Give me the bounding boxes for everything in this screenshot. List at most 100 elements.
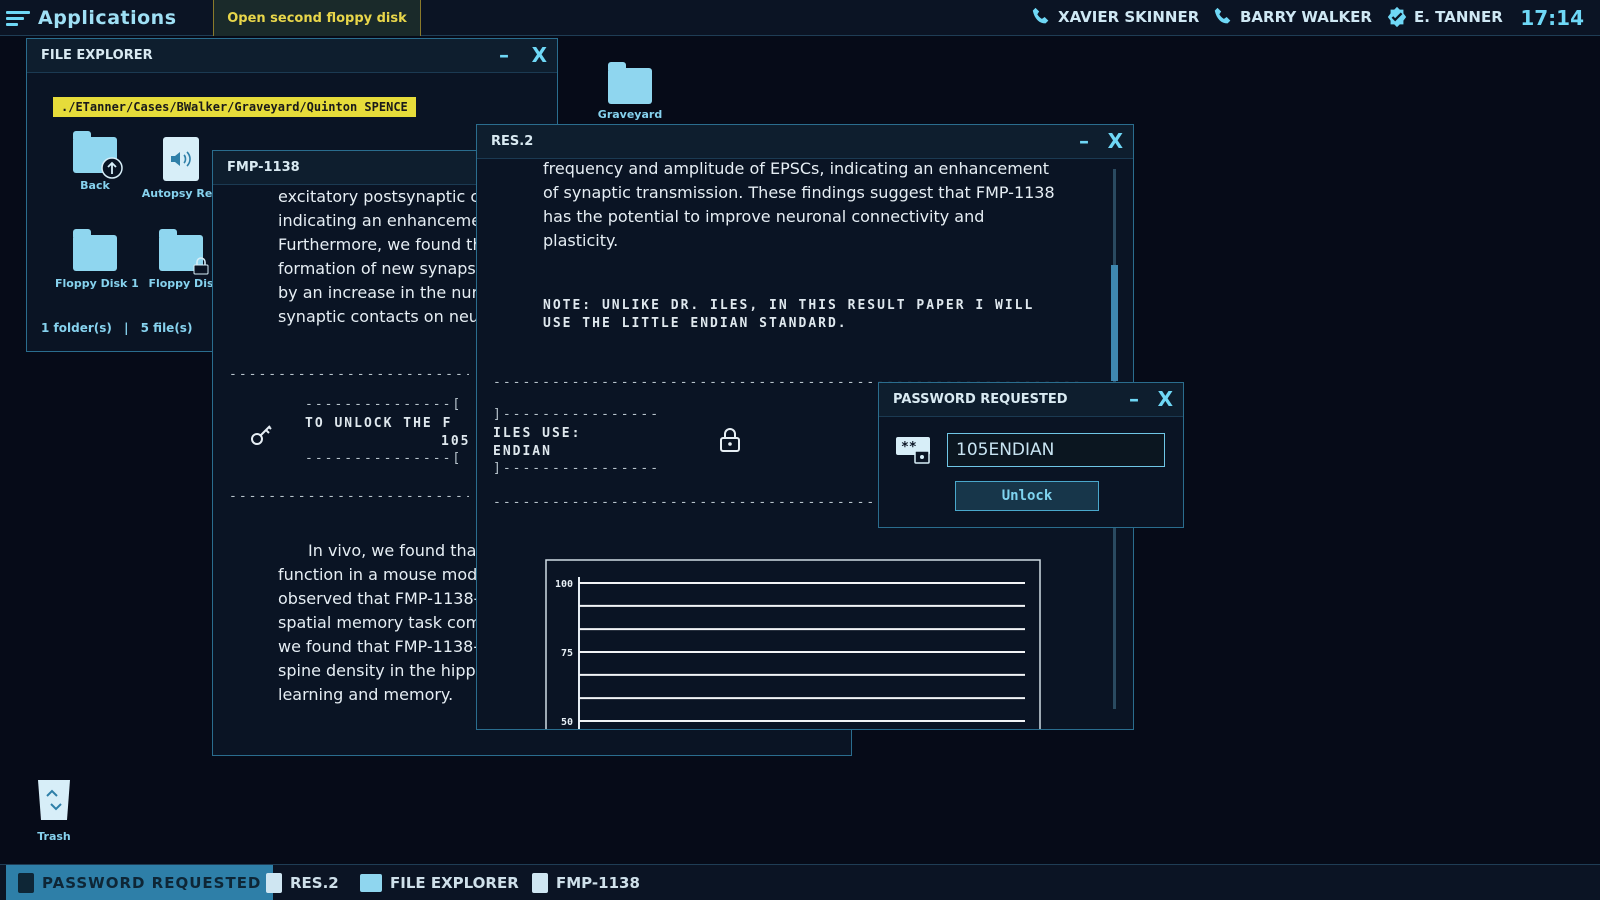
phone-icon [1214,7,1231,24]
fe-item-autopsy-report[interactable]: Autopsy Rep [141,137,221,200]
clock: 17:14 [1520,6,1584,30]
fe-item-floppy-disk-1[interactable]: Floppy Disk 1 [55,229,139,290]
key-icon [251,425,272,445]
divider-line: ]---------------- [493,461,661,476]
text-line: observed that FMP-1138-t [278,589,486,608]
fmp-paragraph-1: excitatory postsynaptic cu indicating an… [278,185,489,329]
text-line: we found that FMP-1138-t [278,637,486,656]
minimize-icon[interactable]: – [1079,129,1089,153]
res2-chart: 100 75 50 [545,559,1041,729]
y-tick-label: 75 [561,648,573,659]
folder-icon [608,62,652,104]
text-line: Furthermore, we found th [278,235,483,254]
contact-e-tanner[interactable]: E. TANNER [1386,6,1503,28]
applications-label: Applications [38,7,177,29]
status-separator: | [124,321,129,335]
text-line: frequency and amplitude of EPSCs, indica… [543,159,1050,178]
document-icon [532,873,548,893]
window-title-bar[interactable]: PASSWORD REQUESTED – X [879,383,1183,417]
fe-item-back[interactable]: Back [55,131,135,192]
text-line: by an increase in the num [278,283,488,302]
contact-name: BARRY WALKER [1240,8,1372,26]
phone-icon [1032,7,1049,24]
res2-note-line-2: USE THE LITTLE ENDIAN STANDARD. [543,316,848,331]
password-lock-icon: ** [896,437,930,464]
text-line: indicating an enhanceme [278,211,482,230]
taskbar-item-fmp-1138[interactable]: FMP-1138 [532,865,640,900]
top-bar: Applications Open second floppy disk XAV… [0,0,1600,36]
fe-item-floppy-disk-2[interactable]: Floppy Dis [141,229,221,290]
text-line: spine density in the hippo [278,661,486,680]
text-line: formation of new synapse [278,259,486,278]
divider-line: ----------------------------------------… [493,495,873,510]
chart-frame [545,559,1041,729]
taskbar-item-res-2[interactable]: RES.2 [266,865,339,900]
folder-icon [73,229,117,271]
text-line: synaptic contacts on neur [278,307,486,326]
close-icon[interactable]: X [1158,387,1173,411]
fe-item-label: Back [80,179,110,192]
taskbar-label: RES.2 [290,874,339,892]
y-tick-label: 100 [555,579,573,590]
res2-paragraph: frequency and amplitude of EPSCs, indica… [543,157,1055,253]
divider-line: ---------------[ [305,451,463,466]
window-title: FMP-1138 [227,160,300,175]
contact-xavier-skinner[interactable]: XAVIER SKINNER [1030,6,1199,28]
file-count: 5 file(s) [140,321,193,335]
close-icon[interactable]: X [1108,129,1123,153]
contact-barry-walker[interactable]: BARRY WALKER [1212,6,1372,28]
text-line: has the potential to improve neuronal co… [543,207,985,226]
window-title-bar[interactable]: FILE EXPLORER – X [27,39,557,73]
res2-scrollbar-thumb[interactable] [1111,265,1118,381]
taskbar: PASSWORD REQUESTED RES.2 FILE EXPLORER F… [0,864,1600,900]
divider-line: ------------------------------------- [229,367,469,382]
folder-icon [360,874,382,892]
desktop-graveyard-folder[interactable]: Graveyard [590,62,670,121]
fe-item-label: Autopsy Rep [141,187,221,200]
document-icon [18,873,34,893]
document-icon [266,873,282,893]
minimize-icon[interactable]: – [499,43,509,67]
fe-item-label: Floppy Disk 1 [55,277,139,290]
close-icon[interactable]: X [532,43,547,67]
y-tick-label: 50 [561,717,573,728]
fmp-paragraph-2: In vivo, we found that function in a mou… [278,539,491,707]
desktop-icon-label: Trash [37,830,71,843]
taskbar-item-file-explorer[interactable]: FILE EXPLORER [360,865,519,900]
lock-hint-line-2: ENDIAN [493,444,552,459]
fe-status-bar: 1 folder(s) | 5 file(s) [41,321,192,335]
unlock-hint-line-2: 105 [441,434,471,449]
applications-menu-button[interactable]: Applications [6,4,177,32]
desktop-trash[interactable]: Trash [14,776,94,843]
window-title: RES.2 [491,134,534,149]
unlock-hint-line-1: TO UNLOCK THE F [305,416,453,431]
text-line: excitatory postsynaptic cu [278,187,490,206]
minimize-icon[interactable]: – [1129,387,1139,411]
window-title: FILE EXPLORER [41,48,153,63]
padlock-icon [720,428,740,452]
lock-hint-line-1: ILES USE: [493,426,582,441]
password-dialog: PASSWORD REQUESTED – X ** 105ENDIAN Unlo… [878,382,1184,528]
taskbar-item-password-requested[interactable]: PASSWORD REQUESTED [6,865,274,900]
verified-badge-icon [1387,6,1407,28]
path-breadcrumb: ./ETanner/Cases/BWalker/Graveyard/Quinto… [53,97,416,117]
desktop-icon-label: Graveyard [597,108,663,121]
back-folder-icon [73,131,123,179]
unlock-button[interactable]: Unlock [955,481,1099,511]
task-objective-tab[interactable]: Open second floppy disk [213,0,421,36]
taskbar-label: FILE EXPLORER [390,874,519,892]
divider-line: ]---------------- [493,407,661,422]
res2-note-line-1: NOTE: UNLIKE DR. ILES, IN THIS RESULT PA… [543,298,1035,313]
divider-line: ------------------------------------- [229,489,469,504]
text-line: plasticity. [543,231,619,250]
text-line: of synaptic transmission. These findings… [543,183,1055,202]
taskbar-label: PASSWORD REQUESTED [42,874,262,892]
contact-name: XAVIER SKINNER [1058,8,1200,26]
audio-file-icon [163,137,199,181]
window-title-bar[interactable]: RES.2 – X [477,125,1133,159]
text-line: function in a mouse mode [278,565,488,584]
text-line: spatial memory task comp [278,613,492,632]
hamburger-menu-icon [6,9,30,27]
fe-item-label: Floppy Dis [148,277,214,290]
password-input[interactable]: 105ENDIAN [947,433,1165,467]
